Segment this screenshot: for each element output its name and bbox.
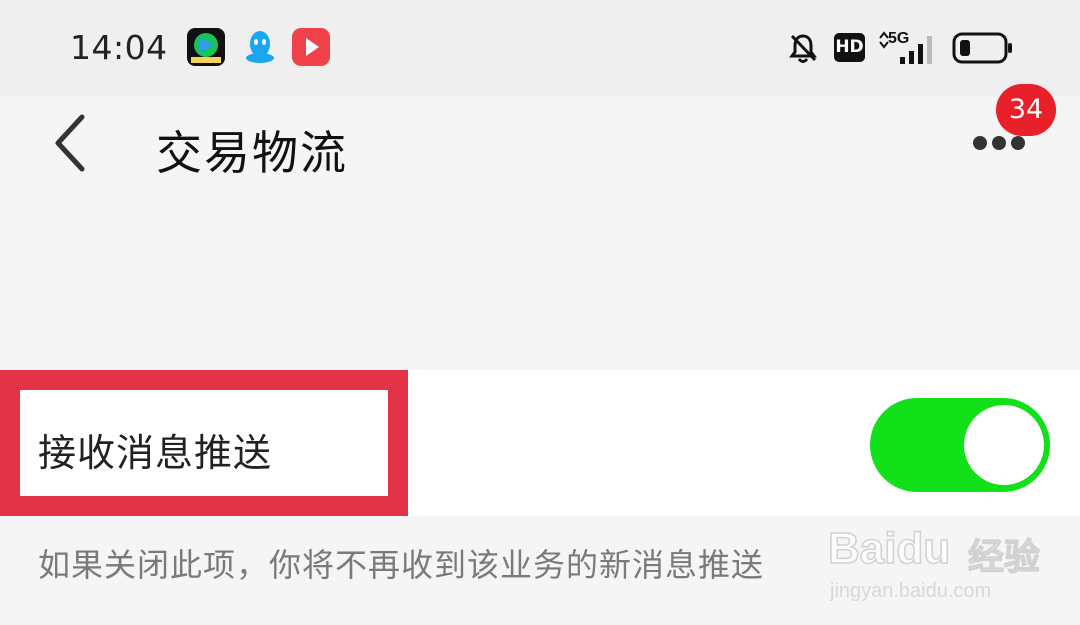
baidu-watermark: Baidu 经验 jingyan.baidu.com — [827, 514, 1068, 614]
setting-label: 接收消息推送 — [38, 431, 273, 475]
chevron-left-icon[interactable] — [48, 113, 92, 173]
setting-hint: 如果关闭此项，你将不再收到该业务的新消息推送 — [38, 546, 765, 584]
bell-muted-icon — [789, 34, 817, 63]
qq-icon — [246, 31, 274, 63]
watermark-cn: 经验 — [967, 536, 1041, 578]
hd-badge: HD — [834, 33, 865, 62]
red-play-icon — [292, 28, 330, 66]
push-toggle[interactable] — [870, 398, 1050, 492]
toggle-knob — [964, 405, 1044, 485]
notification-badge: 34 — [996, 84, 1056, 136]
signal-icon: 5G — [878, 30, 938, 66]
status-bar: 14:04 HD 5G — [0, 0, 1080, 96]
page-title: 交易物流 — [156, 126, 348, 180]
battery-icon — [952, 32, 1012, 64]
watermark-brand: Baidu — [827, 523, 951, 574]
watermark-url: jingyan.baidu.com — [830, 580, 992, 602]
status-time: 14:04 — [70, 28, 168, 67]
setting-row-push: 接收消息推送 — [0, 370, 1080, 516]
video-app-icon — [187, 28, 225, 66]
